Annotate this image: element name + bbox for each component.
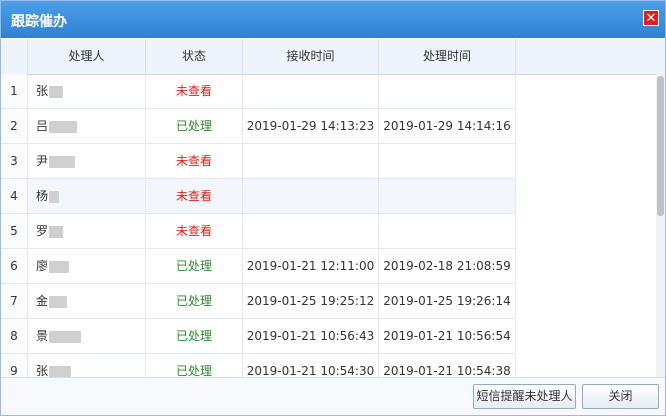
processed-time-cell [379,74,516,108]
table-row[interactable]: 9 张 已处理 2019-01-21 10:54:30 2019-01-21 10:54… [1,354,516,377]
redacted-name-mask [49,155,76,168]
vertical-scrollbar[interactable] [656,74,665,377]
redacted-name-mask [49,295,68,308]
processed-time-cell: 2019-01-21 10:56:54 [379,319,516,353]
status-cell: 已处理 [146,249,243,283]
table-row[interactable]: 5 罗 未查看 [1,214,516,249]
status-cell: 已处理 [146,284,243,318]
row-number: 8 [1,319,28,353]
received-time-cell: 2019-01-21 10:56:43 [243,319,379,353]
handler-cell: 杨 [28,179,146,213]
handler-name: 廖 [36,259,49,273]
received-time-cell [243,144,379,178]
status-cell: 未查看 [146,214,243,248]
table-row[interactable]: 4 杨 未查看 [1,179,516,214]
dialog-title: 跟踪催办 [11,14,67,30]
redacted-name-mask [49,260,70,273]
table-row[interactable]: 1 张 未查看 [1,74,516,109]
table-row[interactable]: 6 廖 已处理 2019-01-21 12:11:00 2019-02-18 21:08… [1,249,516,284]
column-header-processed[interactable]: 处理时间 [379,39,516,74]
status-cell: 已处理 [146,319,243,353]
handler-name: 罗 [36,224,49,238]
close-icon[interactable]: ✕ [643,10,659,26]
handler-cell: 张 [28,74,146,108]
grid-body: 1 张未查看 2 吕已处理 2019-01-29 14:13:23 2019-01-29 … [1,74,656,377]
status-cell: 未查看 [146,179,243,213]
grid-header: 处理人 状态 接收时间 处理时间 [1,39,665,75]
table-row[interactable]: 3 尹 未查看 [1,144,516,179]
handler-cell: 张 [28,354,146,377]
handler-cell: 尹 [28,144,146,178]
handler-name: 景 [36,329,49,343]
row-number: 2 [1,109,28,143]
redacted-name-mask [49,330,82,343]
handler-name: 金 [36,294,49,308]
status-cell: 已处理 [146,354,243,377]
dialog-footer: 短信提醒未处理人 关闭 [1,377,665,415]
processed-time-cell [379,144,516,178]
processed-time-cell: 2019-01-21 10:54:38 [379,354,516,377]
received-time-cell [243,214,379,248]
table-row[interactable]: 2 吕 已处理 2019-01-29 14:13:23 2019-01-29 14:14… [1,109,516,144]
status-cell: 未查看 [146,144,243,178]
column-header-handler[interactable]: 处理人 [28,39,146,74]
handler-cell: 吕 [28,109,146,143]
handler-cell: 金 [28,284,146,318]
table-row[interactable]: 7 金 已处理 2019-01-25 19:25:12 2019-01-25 19:26… [1,284,516,319]
column-header-status[interactable]: 状态 [146,39,243,74]
received-time-cell: 2019-01-25 19:25:12 [243,284,379,318]
received-time-cell: 2019-01-21 10:54:30 [243,354,379,377]
processed-time-cell: 2019-01-29 14:14:16 [379,109,516,143]
row-number: 4 [1,179,28,213]
received-time-cell: 2019-01-21 12:11:00 [243,249,379,283]
redacted-name-mask [49,120,78,133]
received-time-cell [243,74,379,108]
handler-name: 张 [36,364,49,377]
redacted-name-mask [49,225,64,238]
handler-name: 张 [36,84,49,98]
row-number: 6 [1,249,28,283]
scrollbar-thumb[interactable] [657,76,664,216]
close-button[interactable]: 关闭 [582,384,659,409]
received-time-cell [243,179,379,213]
handler-name: 吕 [36,119,49,133]
dialog-titlebar: 跟踪催办 ✕ [1,1,665,38]
row-number: 9 [1,354,28,377]
handler-cell: 景 [28,319,146,353]
row-number: 5 [1,214,28,248]
processed-time-cell: 2019-02-18 21:08:59 [379,249,516,283]
handler-name: 尹 [36,154,49,168]
tracking-dialog: 跟踪催办 ✕ 处理人 状态 接收时间 处理时间 1 张未查看 2 吕已处理 2019-0… [0,0,666,416]
handler-cell: 廖 [28,249,146,283]
sms-remind-button[interactable]: 短信提醒未处理人 [473,384,576,409]
row-number: 3 [1,144,28,178]
handler-name: 杨 [36,189,49,203]
redacted-name-mask [49,85,64,98]
column-header-received[interactable]: 接收时间 [243,39,379,74]
status-cell: 已处理 [146,109,243,143]
row-number-header [1,39,28,74]
processed-time-cell: 2019-01-25 19:26:14 [379,284,516,318]
status-cell: 未查看 [146,74,243,108]
row-number: 7 [1,284,28,318]
processed-time-cell [379,214,516,248]
table-row[interactable]: 8 景 已处理 2019-01-21 10:56:43 2019-01-21 10:56… [1,319,516,354]
received-time-cell: 2019-01-29 14:13:23 [243,109,379,143]
handler-cell: 罗 [28,214,146,248]
processed-time-cell [379,179,516,213]
row-number: 1 [1,74,28,108]
redacted-name-mask [49,365,72,377]
redacted-name-mask [49,190,60,203]
